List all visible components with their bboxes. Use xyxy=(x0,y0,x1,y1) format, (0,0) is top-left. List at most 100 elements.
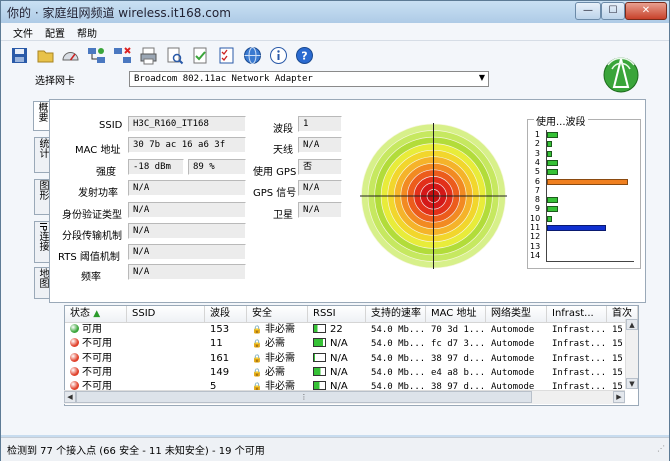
table-row[interactable]: 不可用 149 🔒 必需 N/A 54.0 Mb... e4 a8 b... Automode… xyxy=(65,366,638,380)
col-header-channel[interactable]: 波段 xyxy=(205,306,247,323)
ssid-value: H3C_R160_IT168 xyxy=(128,116,246,132)
tab-graph[interactable]: 图形 xyxy=(34,179,50,215)
svg-text:?: ? xyxy=(301,50,307,63)
channel-bar xyxy=(547,225,607,231)
menu-help[interactable]: 帮助 xyxy=(77,25,97,40)
table-row[interactable]: 可用 153 🔒 非必需 22 54.0 Mb... 70 3d 1... Automode I… xyxy=(65,323,638,337)
channel-bar xyxy=(547,215,553,222)
info-icon[interactable] xyxy=(269,46,288,65)
ssid-label: SSID xyxy=(99,120,123,131)
menu-config[interactable]: 配置 xyxy=(45,25,65,40)
globe-icon[interactable] xyxy=(243,46,262,65)
scroll-left-icon[interactable]: ◀ xyxy=(64,391,76,403)
security-text: 非必需 xyxy=(264,352,295,364)
checklist-icon[interactable] xyxy=(217,46,236,65)
channel-bar xyxy=(547,141,553,148)
window-title: 你的 · 家庭组网频道 wireless.it168.com xyxy=(7,6,231,20)
channel-tick-label: 8 xyxy=(534,195,540,205)
channel-usage-chart: 使用...波段 1 2 3 4 5 6 7 8 9 10 11 12 13 14 xyxy=(527,113,641,269)
rssi-cell: N/A xyxy=(308,337,366,351)
status-dot-icon xyxy=(70,324,79,333)
tab-summary[interactable]: 概要 xyxy=(33,101,49,131)
chevron-down-icon: ▼ xyxy=(478,73,485,82)
app-window: 你的 · 家庭组网频道 wireless.it168.com — ☐ ✕ 文件 … xyxy=(0,0,670,461)
menu-file[interactable]: 文件 xyxy=(13,25,33,40)
mac-cell: 70 3d 1... xyxy=(431,325,486,335)
gps-signal-label: GPS 信号 xyxy=(253,188,297,199)
col-header-status[interactable]: 状态 ▲ xyxy=(65,306,127,323)
maximize-button[interactable]: ☐ xyxy=(601,2,625,20)
rssi-cell: N/A xyxy=(308,352,366,366)
adapter-row: 选择网卡 Broadcom 802.11ac Network Adapter ▼ xyxy=(1,57,669,95)
channel-tick-label: 2 xyxy=(534,139,540,149)
adapter-select[interactable]: Broadcom 802.11ac Network Adapter ▼ xyxy=(129,71,489,87)
col-header-rssi[interactable]: RSSI xyxy=(308,306,366,323)
gauge-icon[interactable] xyxy=(61,46,80,65)
security-text: 必需 xyxy=(264,338,285,350)
scroll-right-icon[interactable]: ▶ xyxy=(613,391,625,403)
col-header-rates[interactable]: 支持的速率 xyxy=(366,306,426,323)
tab-statistics[interactable]: 统计 xyxy=(34,137,50,173)
toolbar: ? xyxy=(1,41,669,69)
list-horizontal-scrollbar[interactable]: ◀ ⋮ ▶ xyxy=(64,390,625,404)
network-type-cell: Automode xyxy=(491,353,535,364)
network-connect-icon[interactable] xyxy=(87,46,106,65)
channel-bar xyxy=(547,150,553,157)
channel-tick-label: 10 xyxy=(530,213,541,223)
status-text: 可用 xyxy=(82,324,102,335)
rssi-text: 22 xyxy=(330,324,343,335)
mac-cell: e4 a8 b... xyxy=(431,367,486,378)
network-disconnect-icon[interactable] xyxy=(113,46,132,65)
rate-cell: 54.0 Mb... xyxy=(371,353,426,364)
save-icon[interactable] xyxy=(10,46,29,65)
adapter-label: 选择网卡 xyxy=(35,76,75,87)
scroll-thumb[interactable]: ⋮ xyxy=(76,391,532,403)
scroll-up-icon[interactable]: ▲ xyxy=(626,319,638,330)
channel-tick-label: 13 xyxy=(530,241,541,251)
rts-threshold-value: N/A xyxy=(128,244,246,260)
ssid-cell xyxy=(127,366,205,380)
table-row[interactable]: 不可用 11 🔒 必需 N/A 54.0 Mb... fc d7 3... Automode I… xyxy=(65,337,638,351)
channel-baseline xyxy=(546,261,634,262)
antenna-value: N/A xyxy=(298,137,342,153)
tx-power-label: 发射功率 xyxy=(78,188,118,199)
print-preview-icon[interactable] xyxy=(165,46,184,65)
resize-grip-icon[interactable]: ⋰ xyxy=(657,444,665,453)
channel-tick-label: 5 xyxy=(534,167,540,177)
status-dot-icon xyxy=(70,381,79,391)
status-dot-icon xyxy=(70,366,79,376)
auth-type-value: N/A xyxy=(128,202,246,218)
col-header-security[interactable]: 安全 xyxy=(247,306,308,323)
help-icon[interactable]: ? xyxy=(295,46,314,65)
wifi-tower-logo-icon xyxy=(603,57,639,93)
security-cell: 🔒 必需 xyxy=(247,366,308,380)
channel-tick-label: 7 xyxy=(534,185,540,195)
col-header-ssid[interactable]: SSID xyxy=(127,306,205,323)
tab-ip-connection[interactable]: IP连接 xyxy=(34,221,50,263)
network-type-cell: Automode xyxy=(491,325,535,335)
tab-map[interactable]: 地图 xyxy=(34,267,50,299)
close-button[interactable]: ✕ xyxy=(625,2,667,20)
options-icon[interactable] xyxy=(191,46,210,65)
infrastructure-cell: Infrast... xyxy=(552,367,607,378)
security-cell: 🔒 必需 xyxy=(247,337,308,351)
channel-usage-title: 使用...波段 xyxy=(534,113,588,128)
network-type-cell: Automode xyxy=(491,339,535,350)
lock-icon: 🔒 xyxy=(252,367,262,377)
print-icon[interactable] xyxy=(139,46,158,65)
table-row[interactable]: 不可用 161 🔒 非必需 N/A 54.0 Mb... 38 97 d... Automod… xyxy=(65,352,638,366)
col-header-infrastructure[interactable]: Infrast... xyxy=(547,306,607,323)
list-vertical-scrollbar[interactable]: ▲ ▼ xyxy=(625,319,638,389)
open-folder-icon[interactable] xyxy=(36,46,55,65)
minimize-button[interactable]: — xyxy=(575,2,601,20)
col-header-mac[interactable]: MAC 地址 xyxy=(426,306,486,323)
satellite-label: 卫星 xyxy=(273,210,293,221)
rssi-meter xyxy=(313,324,326,333)
sort-ascending-icon: ▲ xyxy=(93,309,101,319)
scroll-down-icon[interactable]: ▼ xyxy=(626,378,638,389)
status-text: 不可用 xyxy=(82,366,112,378)
mac-value: 30 7b ac 16 a6 3f xyxy=(128,137,246,153)
mac-cell: 38 97 d... xyxy=(431,353,486,364)
col-header-network-type[interactable]: 网络类型 xyxy=(486,306,547,323)
network-type-cell: Automode xyxy=(491,367,535,378)
